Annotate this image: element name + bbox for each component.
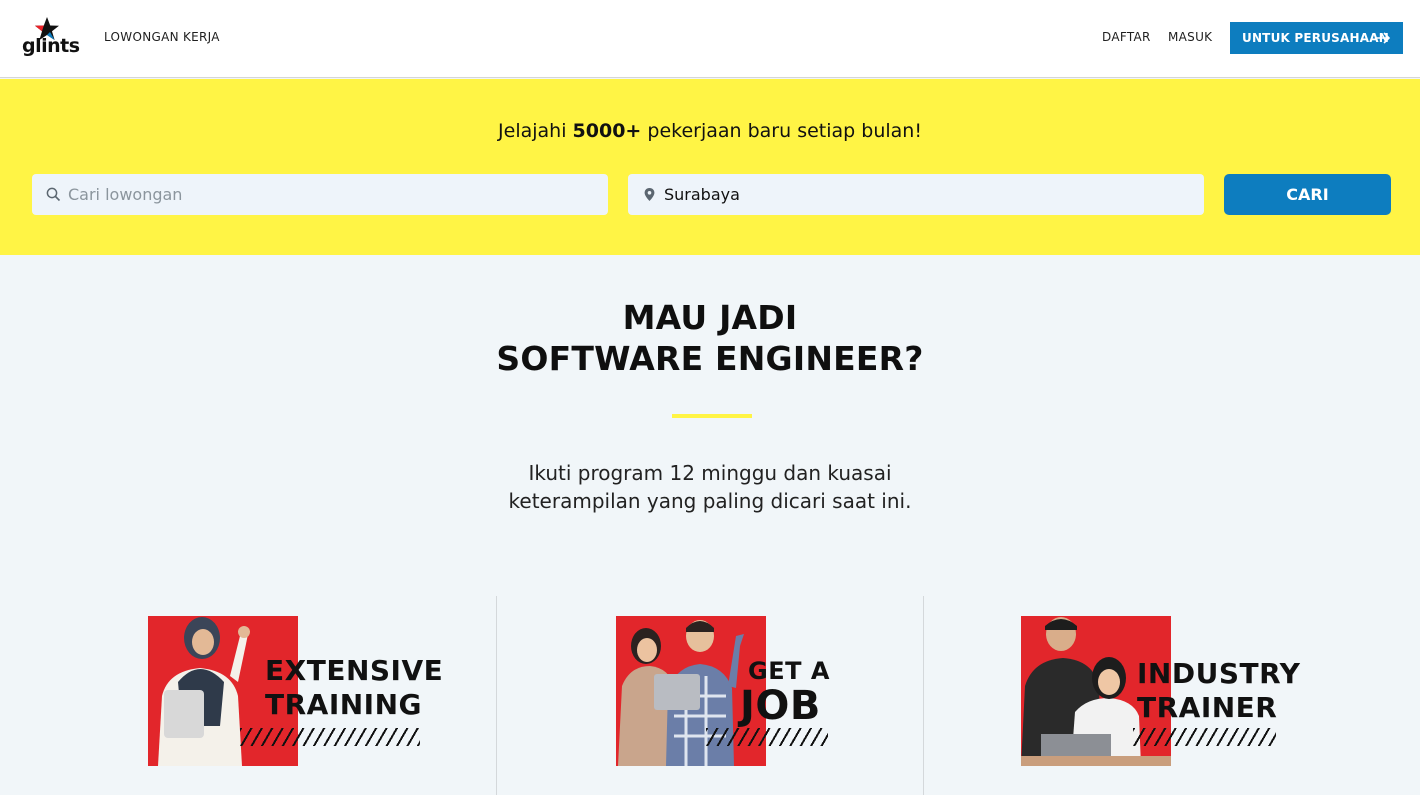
feature-card-get-a-job: GET A JOB xyxy=(600,600,840,795)
for-companies-button[interactable]: UNTUK PERUSAHAAN xyxy=(1230,22,1403,54)
title-line-2: SOFTWARE ENGINEER? xyxy=(496,339,924,378)
location-input[interactable] xyxy=(664,174,1184,215)
title-underline xyxy=(672,414,752,418)
subtitle-line-1: Ikuti program 12 minggu dan kuasai xyxy=(528,461,892,485)
title-line-1: MAU JADI xyxy=(622,298,798,337)
feature-title: INDUSTRY TRAINER xyxy=(1137,657,1300,725)
search-headline: Jelajahi 5000+ pekerjaan baru setiap bul… xyxy=(0,120,1420,142)
column-divider xyxy=(923,596,924,795)
feature-title-line-1: INDUSTRY xyxy=(1137,657,1301,690)
feature-title-line-2: TRAINER xyxy=(1137,691,1278,724)
job-search-field[interactable] xyxy=(32,174,608,215)
decorative-hatch xyxy=(1133,728,1276,746)
feature-card-industry-trainer: INDUSTRY TRAINER xyxy=(1021,600,1300,795)
job-search-input[interactable] xyxy=(68,174,588,215)
search-button[interactable]: CARI xyxy=(1224,174,1391,215)
headline-count: 5000+ xyxy=(572,120,642,142)
for-companies-label: UNTUK PERUSAHAAN xyxy=(1242,31,1389,45)
login-link[interactable]: MASUK xyxy=(1168,30,1212,44)
search-section: Jelajahi 5000+ pekerjaan baru setiap bul… xyxy=(0,79,1420,255)
logo-wordmark: glints xyxy=(22,35,80,57)
page-title: MAU JADI SOFTWARE ENGINEER? xyxy=(0,297,1420,379)
search-icon xyxy=(46,187,61,202)
location-pin-icon xyxy=(644,188,655,201)
top-navbar: glints LOWONGAN KERJA DAFTAR MASUK UNTUK… xyxy=(0,0,1420,78)
decorative-hatch xyxy=(706,728,828,746)
arrow-right-icon xyxy=(1376,32,1391,44)
column-divider xyxy=(496,596,497,795)
feature-title-line-1: GET A xyxy=(748,657,830,685)
feature-title-line-2: JOB xyxy=(740,683,821,729)
glints-logo[interactable]: glints xyxy=(20,16,80,62)
decorative-hatch xyxy=(240,728,420,746)
nav-link-job-vacancies[interactable]: LOWONGAN KERJA xyxy=(104,30,220,44)
headline-text-end: pekerjaan baru setiap bulan! xyxy=(641,120,922,142)
subtitle-line-2: keterampilan yang paling dicari saat ini… xyxy=(508,489,912,513)
headline-text-start: Jelajahi xyxy=(498,120,573,142)
feature-title-line-1: EXTENSIVE xyxy=(265,654,444,687)
feature-title: GET A JOB xyxy=(740,656,830,726)
register-link[interactable]: DAFTAR xyxy=(1102,30,1151,44)
feature-card-extensive-training: EXTENSIVE TRAINING xyxy=(148,600,443,795)
feature-title-line-2: TRAINING xyxy=(265,688,423,721)
page-subtitle: Ikuti program 12 minggu dan kuasai keter… xyxy=(0,459,1420,515)
feature-title: EXTENSIVE TRAINING xyxy=(265,654,443,722)
location-field[interactable] xyxy=(628,174,1204,215)
